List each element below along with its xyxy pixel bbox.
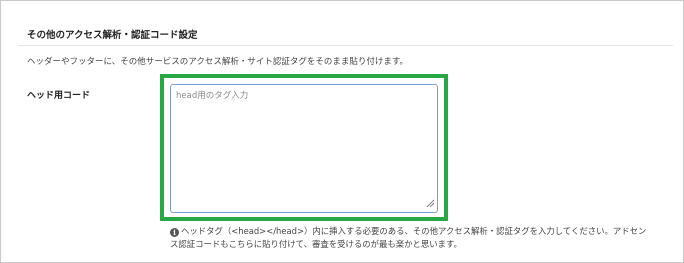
highlight-frame	[160, 74, 448, 221]
resize-grip-icon[interactable]	[426, 199, 434, 207]
section-description: ヘッダーやフッターに、その他サービスのアクセス解析・サイト認証タグをそのまま貼り…	[27, 57, 408, 67]
help-text-line1: ヘッドタグ（<head></head>）内に挿入する必要のある、その他アクセス解…	[181, 226, 647, 236]
head-code-label: ヘッド用コード	[27, 91, 91, 101]
info-circle-icon: i	[170, 228, 179, 237]
settings-panel: その他のアクセス解析・認証コード設定 ヘッダーやフッターに、その他サービスのアク…	[0, 0, 684, 263]
section-title: その他のアクセス解析・認証コード設定	[27, 30, 198, 41]
divider	[18, 45, 673, 46]
head-code-help: i ヘッドタグ（<head></head>）内に挿入する必要のある、その他アクセス…	[170, 225, 670, 251]
head-code-textarea[interactable]	[170, 84, 438, 213]
help-text-line2: ス認証コードもこちらに貼り付けて、審査を受けるのが最も楽かと思います。	[170, 239, 462, 249]
